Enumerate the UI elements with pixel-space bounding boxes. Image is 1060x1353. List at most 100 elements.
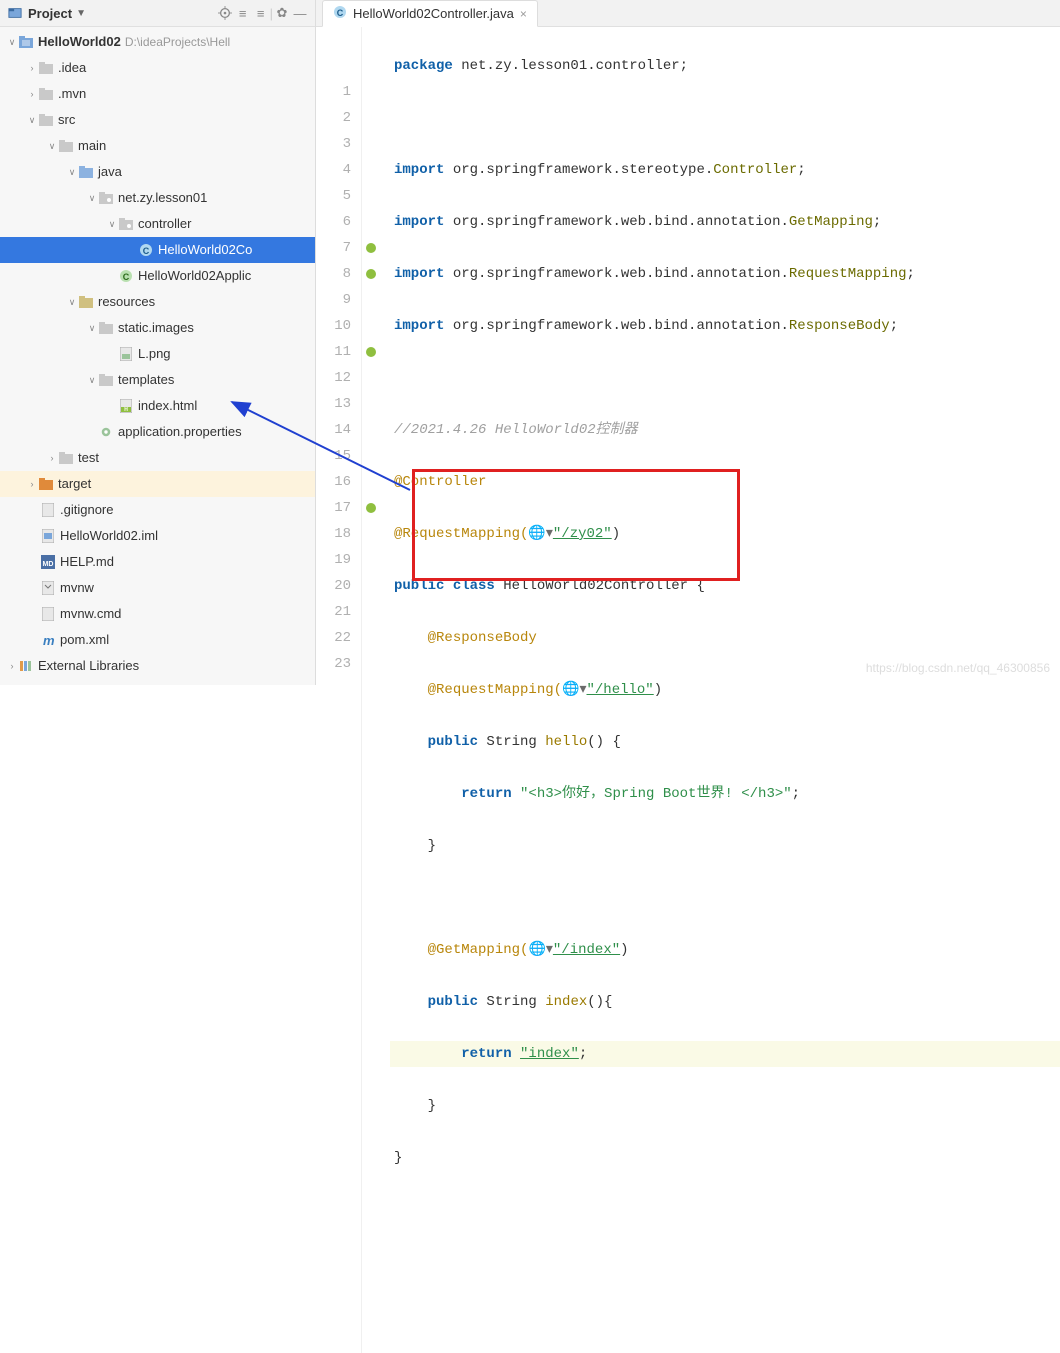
class-icon: C — [138, 242, 154, 258]
tree-item-src[interactable]: ∨src — [0, 107, 315, 133]
svg-text:m: m — [43, 633, 55, 647]
libraries-icon — [18, 658, 34, 674]
folder-icon — [38, 86, 54, 102]
tree-item[interactable]: ∨net.zy.lesson01 — [0, 185, 315, 211]
gutter-spring-icon[interactable] — [362, 235, 380, 261]
project-tool-icon — [6, 4, 24, 22]
settings-icon[interactable]: ✿ — [273, 4, 291, 22]
svg-text:C: C — [337, 8, 344, 18]
tree-label: .idea — [58, 57, 86, 79]
code-area[interactable]: package net.zy.lesson01.controller; impo… — [380, 27, 1060, 1353]
html-file-icon: H — [118, 398, 134, 414]
tree-item[interactable]: ∨templates — [0, 367, 315, 393]
tree-item[interactable]: C HelloWorld02Applic — [0, 263, 315, 289]
tree-item[interactable]: .gitignore — [0, 497, 315, 523]
line-numbers: 1234567891011121314151617181920212223 — [316, 27, 362, 1353]
tree-label: target — [58, 473, 91, 495]
tree-label: index.html — [138, 395, 197, 417]
package-icon — [98, 190, 114, 206]
resources-folder-icon — [78, 294, 94, 310]
svg-text:C: C — [123, 272, 130, 282]
tree-label: External Libraries — [38, 655, 139, 677]
tree-label: .mvn — [58, 83, 86, 105]
sidebar-header: Project ▼ ≡ ≡ | ✿ — — [0, 0, 315, 27]
tree-label: pom.xml — [60, 629, 109, 651]
tree-item[interactable]: HelloWorld02.iml — [0, 523, 315, 549]
locate-icon[interactable] — [216, 4, 234, 22]
hide-icon[interactable]: — — [291, 4, 309, 22]
dropdown-icon[interactable]: ▼ — [76, 8, 86, 19]
tree-label: Scratches and Consoles — [38, 681, 179, 685]
md-file-icon: MD — [40, 554, 56, 570]
svg-text:C: C — [143, 246, 150, 256]
folder-icon — [58, 450, 74, 466]
tree-label: resources — [98, 291, 155, 313]
tree-label: application.properties — [118, 421, 242, 443]
gutter-spring-icon[interactable] — [362, 495, 380, 521]
file-icon — [40, 580, 56, 596]
tree-item[interactable]: ›test — [0, 445, 315, 471]
tree-label: mvnw.cmd — [60, 603, 121, 625]
tree-item[interactable]: mvnw.cmd — [0, 601, 315, 627]
tree-label: java — [98, 161, 122, 183]
tree-label: HELP.md — [60, 551, 114, 573]
tree-item[interactable]: mvnw — [0, 575, 315, 601]
tree-item[interactable]: ›.mvn — [0, 81, 315, 107]
file-icon — [40, 606, 56, 622]
package-icon — [118, 216, 134, 232]
tree-item-indexhtml[interactable]: Hindex.html — [0, 393, 315, 419]
tree-item[interactable]: MD HELP.md — [0, 549, 315, 575]
tree-label: HelloWorld02Co — [158, 239, 252, 261]
tree-root[interactable]: ∨HelloWorld02D:\ideaProjects\Hell — [0, 29, 315, 55]
tree-item[interactable]: Scratches and Consoles — [0, 679, 315, 685]
gutter-icons — [362, 27, 380, 1353]
editor-tabbar: C HelloWorld02Controller.java × — [316, 0, 1060, 27]
file-icon — [40, 502, 56, 518]
tree-path: D:\ideaProjects\Hell — [125, 31, 230, 53]
tree-item-selected[interactable]: C HelloWorld02Co — [0, 237, 315, 263]
tree-label: controller — [138, 213, 191, 235]
tree-item[interactable]: ›External Libraries — [0, 653, 315, 679]
svg-text:H: H — [124, 407, 128, 413]
folder-icon — [58, 138, 74, 154]
tree-label: HelloWorld02 — [38, 31, 121, 53]
project-tree[interactable]: ∨HelloWorld02D:\ideaProjects\Hell ›.idea… — [0, 27, 315, 685]
tree-item[interactable]: ∨resources — [0, 289, 315, 315]
editor: C HelloWorld02Controller.java × 12345678… — [316, 0, 1060, 685]
gutter-spring-icon[interactable] — [362, 261, 380, 287]
gutter-spring-icon[interactable] — [362, 339, 380, 365]
svg-text:MD: MD — [43, 561, 54, 568]
tree-item[interactable]: ›target — [0, 471, 315, 497]
module-icon — [18, 34, 34, 50]
folder-icon — [38, 60, 54, 76]
editor-tab[interactable]: C HelloWorld02Controller.java × — [322, 0, 538, 27]
close-icon[interactable]: × — [520, 7, 527, 21]
tree-item[interactable]: ∨controller — [0, 211, 315, 237]
class-icon: C — [118, 268, 134, 284]
excluded-folder-icon — [38, 476, 54, 492]
folder-icon — [98, 320, 114, 336]
tree-label: templates — [118, 369, 174, 391]
tree-label: net.zy.lesson01 — [118, 187, 207, 209]
tree-item[interactable]: L.png — [0, 341, 315, 367]
tree-label: main — [78, 135, 106, 157]
editor-body[interactable]: 1234567891011121314151617181920212223 pa… — [316, 27, 1060, 1353]
class-icon: C — [333, 5, 347, 22]
collapse-all-icon[interactable]: ≡ — [252, 4, 270, 22]
tree-label: src — [58, 109, 75, 131]
tree-item[interactable]: m pom.xml — [0, 627, 315, 653]
tree-label: static.images — [118, 317, 194, 339]
tree-label: HelloWorld02Applic — [138, 265, 251, 287]
tree-item[interactable]: ∨static.images — [0, 315, 315, 341]
tree-label: mvnw — [60, 577, 94, 599]
tree-item[interactable]: ∨java — [0, 159, 315, 185]
expand-all-icon[interactable]: ≡ — [234, 4, 252, 22]
tree-label: test — [78, 447, 99, 469]
sidebar-title[interactable]: Project — [28, 6, 72, 21]
folder-icon — [98, 372, 114, 388]
source-folder-icon — [78, 164, 94, 180]
tree-item[interactable]: application.properties — [0, 419, 315, 445]
tree-item[interactable]: ›.idea — [0, 55, 315, 81]
tree-item[interactable]: ∨main — [0, 133, 315, 159]
project-sidebar: Project ▼ ≡ ≡ | ✿ — ∨HelloWorld02D:\idea… — [0, 0, 316, 685]
